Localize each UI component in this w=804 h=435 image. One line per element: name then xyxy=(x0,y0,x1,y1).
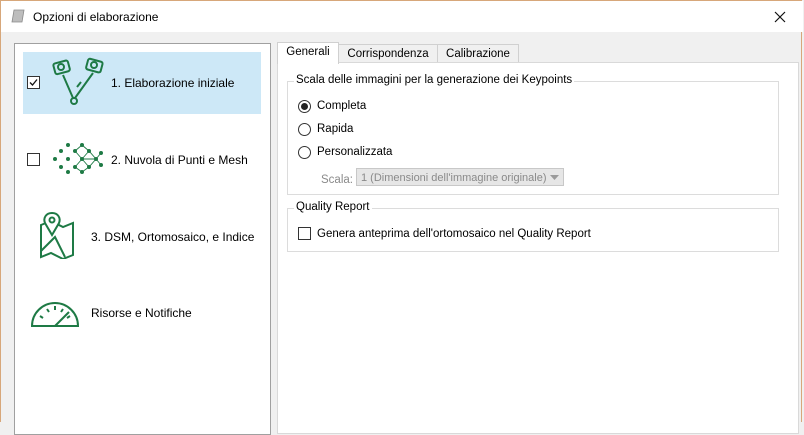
step-label: 1. Elaborazione iniziale xyxy=(111,76,235,90)
title-bar: Opzioni di elaborazione xyxy=(1,1,803,32)
step-point-cloud-mesh[interactable]: 2. Nuvola di Punti e Mesh xyxy=(23,129,261,191)
drone-cameras-icon xyxy=(52,57,104,105)
scale-select-value: 1 (Dimensioni dell'immagine originale) xyxy=(361,172,547,184)
processing-options-window: Opzioni di elaborazione 1. Elaborazione … xyxy=(0,0,803,435)
radio-rapida[interactable]: Rapida xyxy=(298,121,353,137)
orthomosaic-preview-checkbox[interactable] xyxy=(298,227,311,240)
gauge-icon xyxy=(30,302,80,327)
orthomosaic-preview-option[interactable]: Genera anteprima dell'ortomosaico nel Qu… xyxy=(298,227,591,240)
app-icon xyxy=(11,9,25,23)
radio-label: Completa xyxy=(317,100,367,112)
radio-completa[interactable]: Completa xyxy=(298,98,366,114)
radio-button[interactable] xyxy=(298,145,311,159)
tab-corrispondenza[interactable]: Corrispondenza xyxy=(338,44,438,63)
step-1-checkbox[interactable] xyxy=(27,76,40,89)
keypoints-scale-group: Scala delle immagini per la generazione … xyxy=(287,74,779,195)
step-resources-notifications[interactable]: Risorse e Notifiche xyxy=(23,282,261,344)
radio-personalizzata[interactable]: Personalizzata xyxy=(298,144,392,160)
checkmark-icon xyxy=(29,79,38,86)
radio-label: Rapida xyxy=(317,123,354,135)
scale-label: Scala: xyxy=(321,174,353,186)
step-initial-processing[interactable]: 1. Elaborazione iniziale xyxy=(23,52,261,114)
radio-button[interactable] xyxy=(298,122,311,136)
close-button[interactable] xyxy=(757,1,803,32)
close-icon xyxy=(774,11,786,22)
tab-generali[interactable]: Generali xyxy=(277,42,339,64)
checkbox-label: Genera anteprima dell'ortomosaico nel Qu… xyxy=(317,227,591,240)
radio-button[interactable] xyxy=(298,99,311,113)
step-label: 2. Nuvola di Punti e Mesh xyxy=(111,153,248,167)
quality-report-group: Quality Report Genera anteprima dell'ort… xyxy=(287,201,779,252)
window-title: Opzioni di elaborazione xyxy=(33,10,159,24)
map-pin-icon xyxy=(40,211,74,259)
chevron-down-icon xyxy=(550,175,559,180)
group-title: Quality Report xyxy=(294,201,372,213)
step-2-checkbox[interactable] xyxy=(27,153,40,166)
step-label: 3. DSM, Ortomosaico, e Indice xyxy=(91,230,255,244)
point-cloud-icon xyxy=(53,143,103,174)
step-dsm-orthomosaic-index[interactable]: 3. DSM, Ortomosaico, e Indice xyxy=(23,206,261,268)
steps-sidebar: 1. Elaborazione iniziale 2. Nuvola di Pu… xyxy=(14,43,271,435)
step-label: Risorse e Notifiche xyxy=(91,306,192,320)
group-title: Scala delle immagini per la generazione … xyxy=(294,74,575,86)
radio-label: Personalizzata xyxy=(317,146,393,158)
tab-calibrazione[interactable]: Calibrazione xyxy=(437,44,519,63)
scale-select[interactable]: 1 (Dimensioni dell'immagine originale) xyxy=(356,168,564,186)
